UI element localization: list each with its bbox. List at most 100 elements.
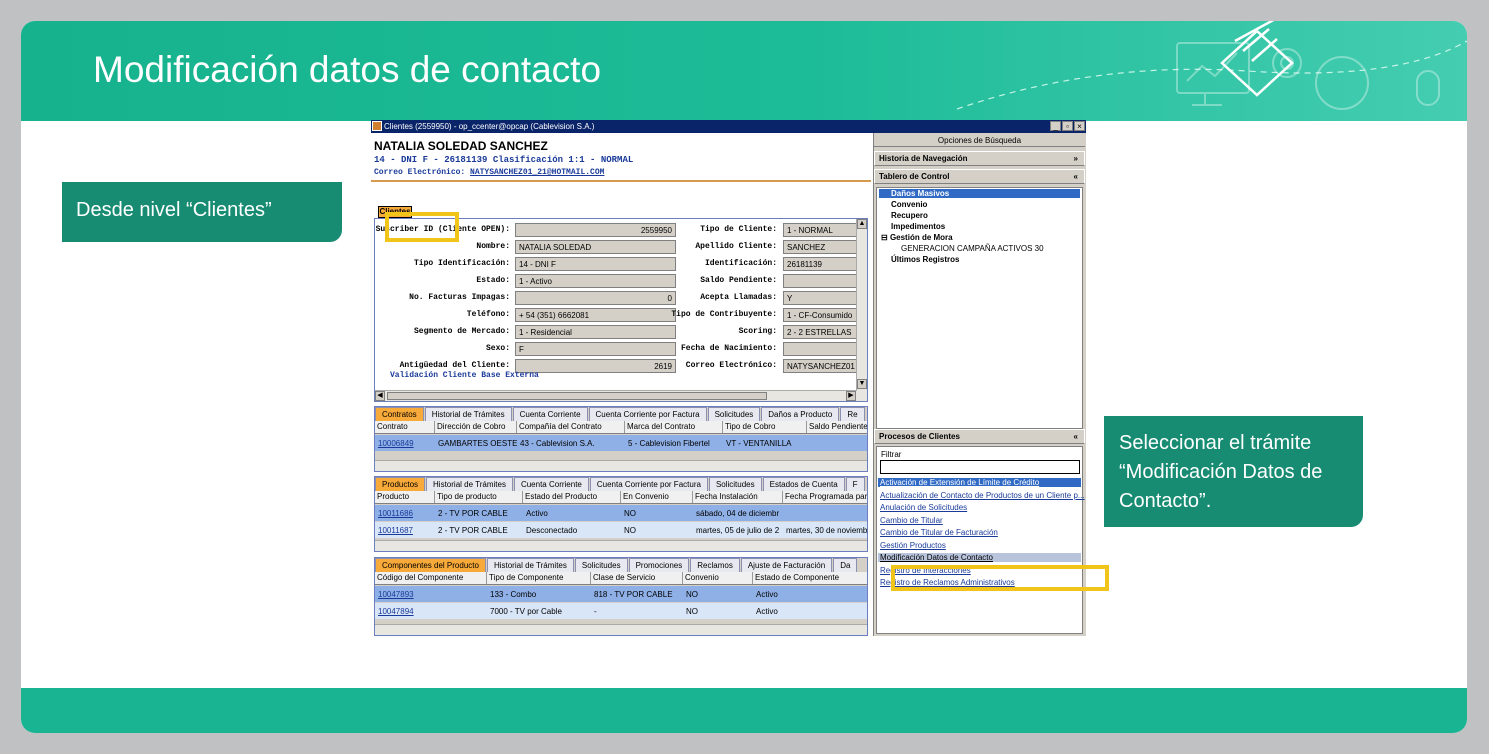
tab[interactable]: Cuenta Corriente por Factura [589, 477, 708, 491]
field-value[interactable]: 1 - Residencial [515, 325, 676, 339]
column-header[interactable]: Compañía del Contrato [517, 421, 625, 433]
column-header[interactable]: Producto [375, 491, 435, 503]
column-header[interactable]: En Convenio [621, 491, 693, 503]
proceso-item[interactable]: Actualización de Contacto de Productos d… [880, 491, 1085, 500]
table-row[interactable]: 10006849 GAMBARTES OESTE /43 - Cablevisio… [375, 435, 867, 451]
horizontal-scrollbar[interactable]: ◀ ▶ [375, 390, 857, 401]
column-header[interactable]: Tipo de Componente [487, 572, 591, 584]
table-cell[interactable]: 10011687 [375, 526, 435, 535]
chevron-up-icon[interactable]: « [1074, 172, 1078, 181]
tab[interactable]: Ajuste de Facturación [740, 558, 833, 572]
collapse-icon[interactable]: ⊟ [881, 233, 890, 242]
column-header[interactable]: Marca del Contrato [625, 421, 723, 433]
column-header[interactable]: Contrato [375, 421, 435, 433]
tab[interactable]: Contratos [375, 407, 424, 421]
tab[interactable]: Da [833, 558, 858, 572]
field-value[interactable]: 1 - Activo [515, 274, 676, 288]
proceso-item[interactable]: Anulación de Solicitudes [880, 503, 967, 512]
historia-header[interactable]: Historia de Navegación » [874, 151, 1085, 166]
field-value[interactable]: 1 - NORMAL [783, 223, 857, 237]
tree-item-convenio[interactable]: Convenio [891, 200, 927, 209]
tab[interactable]: Cuenta Corriente por Factura [588, 407, 707, 421]
field-value[interactable]: 2 - 2 ESTRELLAS [783, 325, 857, 339]
procesos-header[interactable]: Procesos de Clientes « [874, 429, 1085, 444]
field-value[interactable] [783, 274, 857, 288]
tab[interactable]: Componentes del Producto [375, 558, 486, 572]
field-value[interactable]: NATYSANCHEZ01 [783, 359, 857, 373]
table-row[interactable]: 10047893 133 - Combo 818 - TV POR CABLE NO A… [375, 586, 867, 602]
tab[interactable]: Solicitudes [574, 558, 628, 572]
chevron-up-icon[interactable]: « [1074, 432, 1078, 441]
tab[interactable]: Historial de Trámites [424, 407, 512, 421]
column-header[interactable]: Tipo de producto [435, 491, 523, 503]
field-value[interactable]: 1 - CF-Consumido [783, 308, 857, 322]
scroll-thumb[interactable] [387, 392, 767, 400]
proceso-item[interactable]: Cambio de Titular de Facturación [880, 528, 998, 537]
maximize-button[interactable]: ▫ [1062, 121, 1073, 131]
table-row[interactable]: 10011687 2 - TV POR CABLE Desconectado NO ma… [375, 522, 867, 538]
tab[interactable]: Solicitudes [708, 477, 762, 491]
field-value[interactable]: Y [783, 291, 857, 305]
field-value[interactable]: F [515, 342, 676, 356]
proceso-item[interactable]: Cambio de Titular [880, 516, 943, 525]
tab[interactable]: Cuenta Corriente [513, 477, 589, 491]
column-header[interactable]: Estado de Componente [753, 572, 867, 584]
tab[interactable]: Cuenta Corriente [512, 407, 588, 421]
tab[interactable]: Daños a Producto [761, 407, 840, 421]
tree-item-mora[interactable]: ⊟ Gestión de Mora [881, 233, 953, 242]
tab[interactable]: Solicitudes [707, 407, 761, 421]
scroll-down-icon[interactable]: ▼ [857, 379, 867, 389]
column-header[interactable]: Tipo de Cobro [723, 421, 807, 433]
field-value[interactable]: 2559950 [515, 223, 676, 237]
tablero-header[interactable]: Tablero de Control « [874, 169, 1085, 184]
table-cell[interactable]: 10047893 [375, 590, 487, 599]
column-header[interactable]: Dirección de Cobro [435, 421, 517, 433]
column-header[interactable]: Fecha Instalación [693, 491, 783, 503]
horizontal-scrollbar[interactable] [375, 540, 867, 551]
tree-item-ultimos[interactable]: Últimos Registros [891, 255, 959, 264]
proceso-item[interactable]: Activación de Extensión de Límite de Cré… [878, 478, 1081, 487]
field-value[interactable]: SANCHEZ [783, 240, 857, 254]
column-header[interactable]: Fecha Programada para [783, 491, 867, 503]
email-link[interactable]: NATYSANCHEZ01_21@HOTMAIL.COM [470, 168, 604, 177]
field-value[interactable]: 0 [515, 291, 676, 305]
tree-item-campana[interactable]: GENERACION CAMPAÑA ACTIVOS 30 [901, 244, 1044, 253]
tab[interactable]: F [845, 477, 865, 491]
field-value[interactable] [783, 342, 857, 356]
horizontal-scrollbar[interactable] [375, 460, 867, 471]
field-value[interactable]: 2619 [515, 359, 676, 373]
table-cell[interactable]: 10047894 [375, 607, 487, 616]
tab[interactable]: Historial de Trámites [486, 558, 574, 572]
table-cell[interactable]: 10011686 [375, 509, 435, 518]
table-row[interactable]: 10047894 7000 - TV por Cable - NO Activo [375, 603, 867, 619]
field-value[interactable]: 14 - DNI F [515, 257, 676, 271]
vertical-scrollbar[interactable]: ▲ ▼ [856, 219, 867, 401]
filtrar-input[interactable] [880, 460, 1080, 474]
field-value[interactable]: NATALIA SOLEDAD [515, 240, 676, 254]
close-button[interactable]: × [1074, 121, 1085, 131]
scroll-right-icon[interactable]: ▶ [846, 391, 856, 401]
tab[interactable]: Re [840, 407, 865, 421]
tab[interactable]: Historial de Trámites [426, 477, 513, 491]
tree-item-recupero[interactable]: Recupero [891, 211, 928, 220]
scroll-up-icon[interactable]: ▲ [857, 219, 867, 229]
column-header[interactable]: Convenio [683, 572, 753, 584]
field-value[interactable]: 26181139 [783, 257, 857, 271]
tab[interactable]: Promociones [628, 558, 690, 572]
column-header[interactable]: Saldo Pendiente [807, 421, 867, 433]
column-header[interactable]: Estado del Producto [523, 491, 621, 503]
minimize-button[interactable]: _ [1050, 121, 1061, 131]
column-header[interactable]: Código del Componente [375, 572, 487, 584]
table-row[interactable]: 10011686 2 - TV POR CABLE Activo NO sábado, … [375, 505, 867, 521]
scroll-left-icon[interactable]: ◀ [375, 391, 385, 401]
tree-item-impedimentos[interactable]: Impedimentos [891, 222, 945, 231]
field-value[interactable]: + 54 (351) 6662081 [515, 308, 676, 322]
tab[interactable]: Productos [375, 477, 426, 491]
column-header[interactable]: Clase de Servicio [591, 572, 683, 584]
tree-item-danos[interactable]: Daños Masivos [879, 189, 1080, 198]
table-cell[interactable]: 10006849 [375, 439, 435, 448]
tab[interactable]: Reclamos [690, 558, 740, 572]
chevron-down-icon[interactable]: » [1074, 154, 1078, 163]
tab[interactable]: Estados de Cuenta [762, 477, 845, 491]
proceso-modificacion-datos-contacto[interactable]: Modificación Datos de Contacto [878, 553, 1081, 562]
